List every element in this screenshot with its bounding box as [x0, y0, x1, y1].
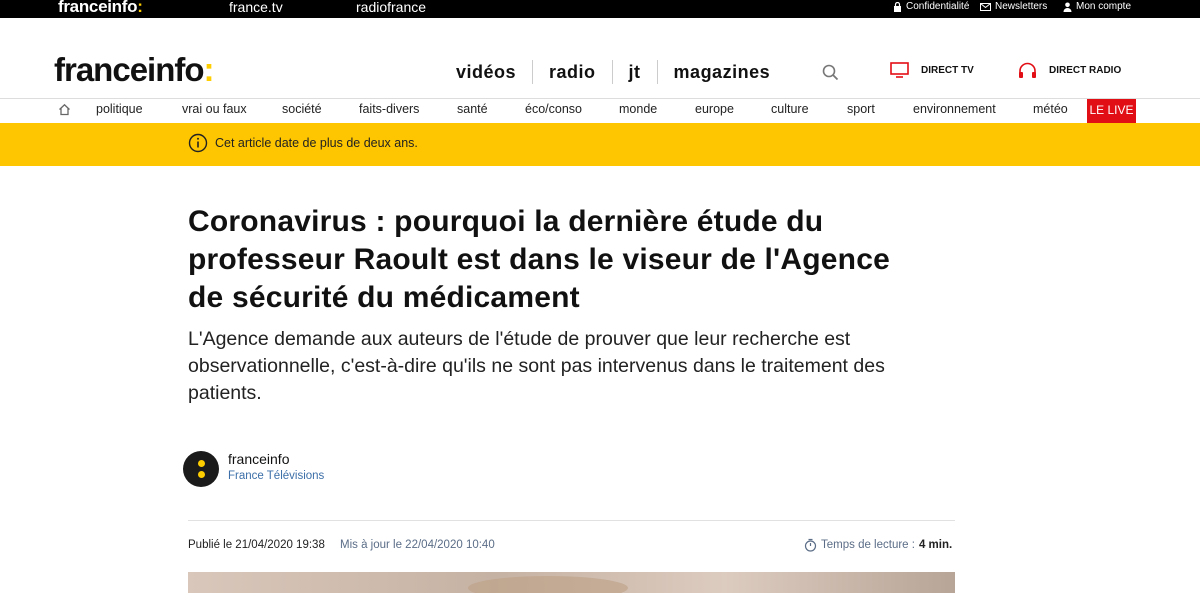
le-live-button[interactable]: LE LIVE	[1087, 99, 1136, 123]
topbar-brand-link[interactable]: franceinfo:	[58, 0, 143, 17]
reading-time-label: Temps de lecture :	[821, 539, 915, 551]
category-meteo[interactable]: météo	[1033, 102, 1068, 116]
logo-colon: :	[203, 51, 215, 88]
updated-date: Mis à jour le 22/04/2020 10:40	[340, 539, 495, 551]
category-societe[interactable]: société	[282, 102, 322, 116]
francetv-link[interactable]: france.tv	[229, 0, 283, 15]
user-icon	[1063, 2, 1072, 12]
logo-text: franceinfo	[54, 51, 205, 88]
tv-icon	[890, 62, 909, 78]
account-label: Mon compte	[1076, 1, 1132, 12]
category-vrai-ou-faux[interactable]: vrai ou faux	[182, 102, 247, 116]
stopwatch-icon	[804, 538, 817, 552]
mail-icon	[980, 2, 991, 11]
category-culture[interactable]: culture	[771, 102, 809, 116]
newsletters-label: Newsletters	[995, 1, 1048, 12]
radiofrance-link[interactable]: radiofrance	[356, 0, 426, 15]
home-icon[interactable]	[58, 103, 71, 121]
published-date: Publié le 21/04/2020 19:38	[188, 539, 325, 551]
article-title: Coronavirus : pourquoi la dernière étude…	[188, 205, 890, 314]
direct-radio-label: DIRECT RADIO	[1049, 65, 1122, 76]
nav-radio[interactable]: radio	[533, 60, 612, 84]
direct-radio-link[interactable]: DIRECT RADIO	[1018, 62, 1121, 79]
top-bar: franceinfo: france.tv radiofrance Confid…	[0, 0, 1200, 18]
topbar-brand-colon: :	[137, 0, 143, 16]
site-logo[interactable]: franceinfo:	[54, 51, 215, 88]
category-faits-divers[interactable]: faits-divers	[359, 102, 419, 116]
category-nav: politique vrai ou faux société faits-div…	[0, 98, 1200, 123]
privacy-label: Confidentialité	[906, 1, 970, 12]
newsletters-link[interactable]: Newsletters	[980, 1, 1047, 12]
direct-tv-label: DIRECT TV	[921, 64, 974, 76]
info-icon	[188, 133, 208, 158]
old-article-banner: Cet article date de plus de deux ans.	[0, 123, 1200, 166]
direct-tv-link[interactable]: DIRECT TV	[890, 62, 974, 78]
article-photo	[188, 572, 955, 593]
author-name[interactable]: franceinfo	[228, 451, 289, 467]
divider	[188, 520, 955, 521]
reading-time-value: 4 min.	[918, 539, 953, 551]
nav-magazines[interactable]: magazines	[658, 60, 787, 84]
search-icon[interactable]	[822, 64, 839, 86]
category-environnement[interactable]: environnement	[913, 102, 996, 116]
headphones-icon	[1019, 62, 1036, 78]
category-sport[interactable]: sport	[847, 102, 875, 116]
article-lead: L'Agence demande aux auteurs de l'étude …	[188, 328, 885, 404]
category-eco-conso[interactable]: éco/conso	[525, 102, 582, 116]
category-monde[interactable]: monde	[619, 102, 657, 116]
reading-time: Temps de lecture : 4 min.	[804, 538, 952, 552]
lock-icon	[894, 1, 901, 12]
account-link[interactable]: Mon compte	[1063, 1, 1131, 12]
topbar-brand-text: franceinfo	[58, 0, 138, 16]
author-avatar[interactable]	[183, 451, 219, 487]
banner-text: Cet article date de plus de deux ans.	[215, 136, 418, 150]
nav-jt[interactable]: jt	[613, 60, 657, 84]
avatar-dot	[198, 471, 205, 478]
privacy-link[interactable]: Confidentialité	[893, 1, 969, 12]
avatar-dot	[198, 460, 205, 467]
category-europe[interactable]: europe	[695, 102, 734, 116]
author-organization: France Télévisions	[228, 470, 325, 482]
category-politique[interactable]: politique	[96, 102, 143, 116]
category-sante[interactable]: santé	[457, 102, 488, 116]
nav-videos[interactable]: vidéos	[440, 60, 532, 84]
main-nav: vidéos radio jt magazines	[440, 59, 786, 85]
